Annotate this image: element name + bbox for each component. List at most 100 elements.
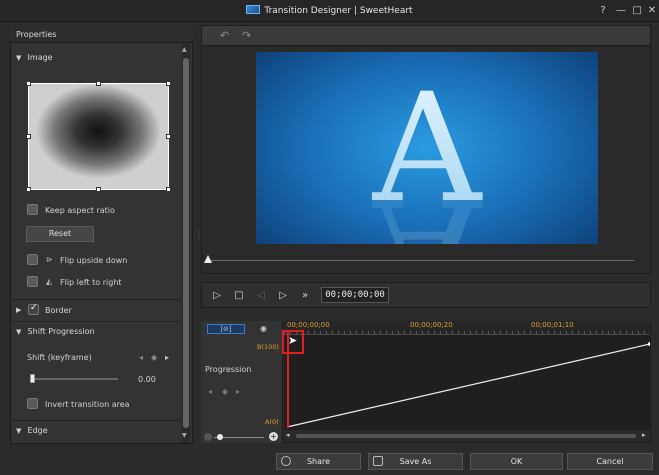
track-add-keyframe-icon[interactable]: ◆ xyxy=(222,387,228,396)
resize-handle[interactable] xyxy=(166,187,171,192)
timecode-display[interactable]: 00;00;00;00 xyxy=(321,287,389,303)
resize-handle[interactable] xyxy=(166,134,171,139)
y-top-label: B(100) xyxy=(257,343,279,351)
preview-letter-reflection: A xyxy=(372,164,483,244)
close-button[interactable]: ✕ xyxy=(645,4,659,18)
flip-upside-down-label: Flip upside down xyxy=(60,256,128,265)
properties-header: Properties xyxy=(10,25,193,43)
share-button-label: Share xyxy=(306,457,331,466)
ok-button[interactable]: OK xyxy=(470,453,563,470)
border-checkbox[interactable]: ✓ xyxy=(28,303,39,315)
resize-handle[interactable] xyxy=(96,81,101,86)
maximize-button[interactable]: □ xyxy=(630,4,644,18)
resize-handle[interactable] xyxy=(26,81,31,86)
shift-slider-knob[interactable] xyxy=(30,374,35,383)
shift-value: 0.00 xyxy=(138,375,156,384)
checkmark-icon: ✓ xyxy=(30,303,38,313)
zoom-out-icon[interactable] xyxy=(204,433,212,441)
zoom-in-icon[interactable]: + xyxy=(269,432,278,441)
track-next-keyframe-icon[interactable]: ▸ xyxy=(236,387,240,396)
image-section-header[interactable]: ▼ Image xyxy=(16,53,186,67)
invert-transition-label: Invert transition area xyxy=(45,400,130,409)
border-section-header[interactable]: ▶ xyxy=(16,305,186,319)
track-prev-keyframe-icon[interactable]: ◂ xyxy=(208,387,212,396)
save-as-button-label: Save As xyxy=(399,457,432,466)
keep-aspect-label: Keep aspect ratio xyxy=(45,206,115,215)
stop-icon[interactable]: □ xyxy=(233,290,245,302)
save-disk-icon xyxy=(373,456,383,466)
reset-button[interactable]: Reset xyxy=(26,226,94,242)
timeline-hscrollbar[interactable]: ◂ ▸ xyxy=(284,431,650,441)
shift-slider-track[interactable] xyxy=(30,378,118,380)
invert-transition-checkbox[interactable] xyxy=(27,398,38,409)
window-title: Transition Designer | SweetHeart xyxy=(0,5,659,16)
letter-graphic: A A xyxy=(372,62,483,244)
scrollbar-thumb[interactable] xyxy=(183,58,189,428)
cursor-pointer-icon: ➤ xyxy=(288,334,298,347)
splitter-handle[interactable]: ⋮ xyxy=(195,230,203,240)
y-bottom-label: A(0) xyxy=(265,418,279,426)
playhead-highlight[interactable]: ➤ xyxy=(282,330,304,354)
add-keyframe-icon[interactable]: ◆ xyxy=(151,353,157,362)
collapse-triangle-icon: ▼ xyxy=(16,427,22,435)
prev-keyframe-icon[interactable]: ◂ xyxy=(139,353,143,362)
record-keyframe-icon[interactable]: ◉ xyxy=(260,324,270,334)
timeline-ruler[interactable]: 00;00;00;00 00;00;00;20 00;00;01;10 xyxy=(284,321,650,335)
fit-timeline-button[interactable]: [⊘] xyxy=(207,324,245,334)
edge-section-header[interactable]: ▼ Edge xyxy=(16,426,186,440)
image-mask-preview[interactable] xyxy=(26,81,171,192)
scroll-left-icon[interactable]: ◂ xyxy=(286,431,290,439)
progression-graph[interactable] xyxy=(284,335,652,430)
resize-handle[interactable] xyxy=(26,134,31,139)
fit-icon: [⊘] xyxy=(220,325,232,333)
resize-handle[interactable] xyxy=(166,81,171,86)
next-keyframe-icon[interactable]: ▸ xyxy=(165,353,169,362)
progression-line xyxy=(286,343,651,428)
shift-progression-header[interactable]: ▼ Shift Progression xyxy=(16,327,186,341)
zoom-slider-knob[interactable] xyxy=(217,434,223,440)
properties-scrollbar[interactable]: ▲ ▼ xyxy=(182,44,190,443)
cancel-button[interactable]: Cancel xyxy=(567,453,653,470)
minimize-button[interactable]: — xyxy=(614,4,628,18)
save-as-button[interactable]: Save As xyxy=(368,453,463,470)
scroll-right-icon[interactable]: ▸ xyxy=(642,431,646,439)
undo-icon[interactable]: ↶ xyxy=(220,29,229,42)
previous-frame-icon[interactable]: ◁ xyxy=(255,290,267,302)
resize-handle[interactable] xyxy=(96,187,101,192)
flip-left-right-checkbox[interactable] xyxy=(27,276,38,287)
share-button[interactable]: Share xyxy=(276,453,361,470)
next-frame-icon[interactable]: ▷ xyxy=(277,290,289,302)
progression-track-label: Progression xyxy=(205,365,252,374)
resize-handle[interactable] xyxy=(26,187,31,192)
border-label: Border xyxy=(45,306,72,315)
help-button[interactable]: ? xyxy=(596,4,610,18)
collapse-triangle-icon: ▼ xyxy=(16,328,22,336)
play-icon[interactable]: ▷ xyxy=(211,290,223,302)
end-keyframe-point[interactable] xyxy=(648,342,652,346)
ruler-tick-label: 00;00;00;00 xyxy=(287,321,330,329)
app-logo-icon xyxy=(246,5,261,14)
keep-aspect-checkbox[interactable] xyxy=(27,204,38,215)
scroll-down-icon[interactable]: ▼ xyxy=(182,432,187,439)
scroll-up-icon[interactable]: ▲ xyxy=(182,46,187,53)
divider xyxy=(11,321,181,322)
title-bar: Transition Designer | SweetHeart ? — □ ✕ xyxy=(0,0,659,22)
preview-slider-track[interactable] xyxy=(208,260,634,261)
ruler-tick-label: 00;00;01;10 xyxy=(531,321,574,329)
flip-upside-down-checkbox[interactable] xyxy=(27,254,38,265)
ruler-ticks xyxy=(284,331,650,334)
preview-toolbar: ↶ ↷ xyxy=(201,25,651,46)
collapse-triangle-icon: ▼ xyxy=(16,54,22,62)
divider xyxy=(11,420,181,421)
image-section-label: Image xyxy=(27,53,53,62)
fast-forward-icon[interactable]: » xyxy=(299,290,311,302)
redo-icon[interactable]: ↷ xyxy=(242,29,251,42)
shift-progression-label: Shift Progression xyxy=(27,327,95,336)
preview-slider-knob[interactable] xyxy=(204,255,212,263)
flip-left-right-label: Flip left to right xyxy=(60,278,122,287)
flip-horizontal-icon: ◭ xyxy=(46,277,53,286)
hscroll-thumb[interactable] xyxy=(296,434,636,438)
shift-keyframe-label: Shift (keyframe) xyxy=(27,353,92,362)
expand-triangle-icon: ▶ xyxy=(16,306,22,314)
divider xyxy=(11,299,181,300)
